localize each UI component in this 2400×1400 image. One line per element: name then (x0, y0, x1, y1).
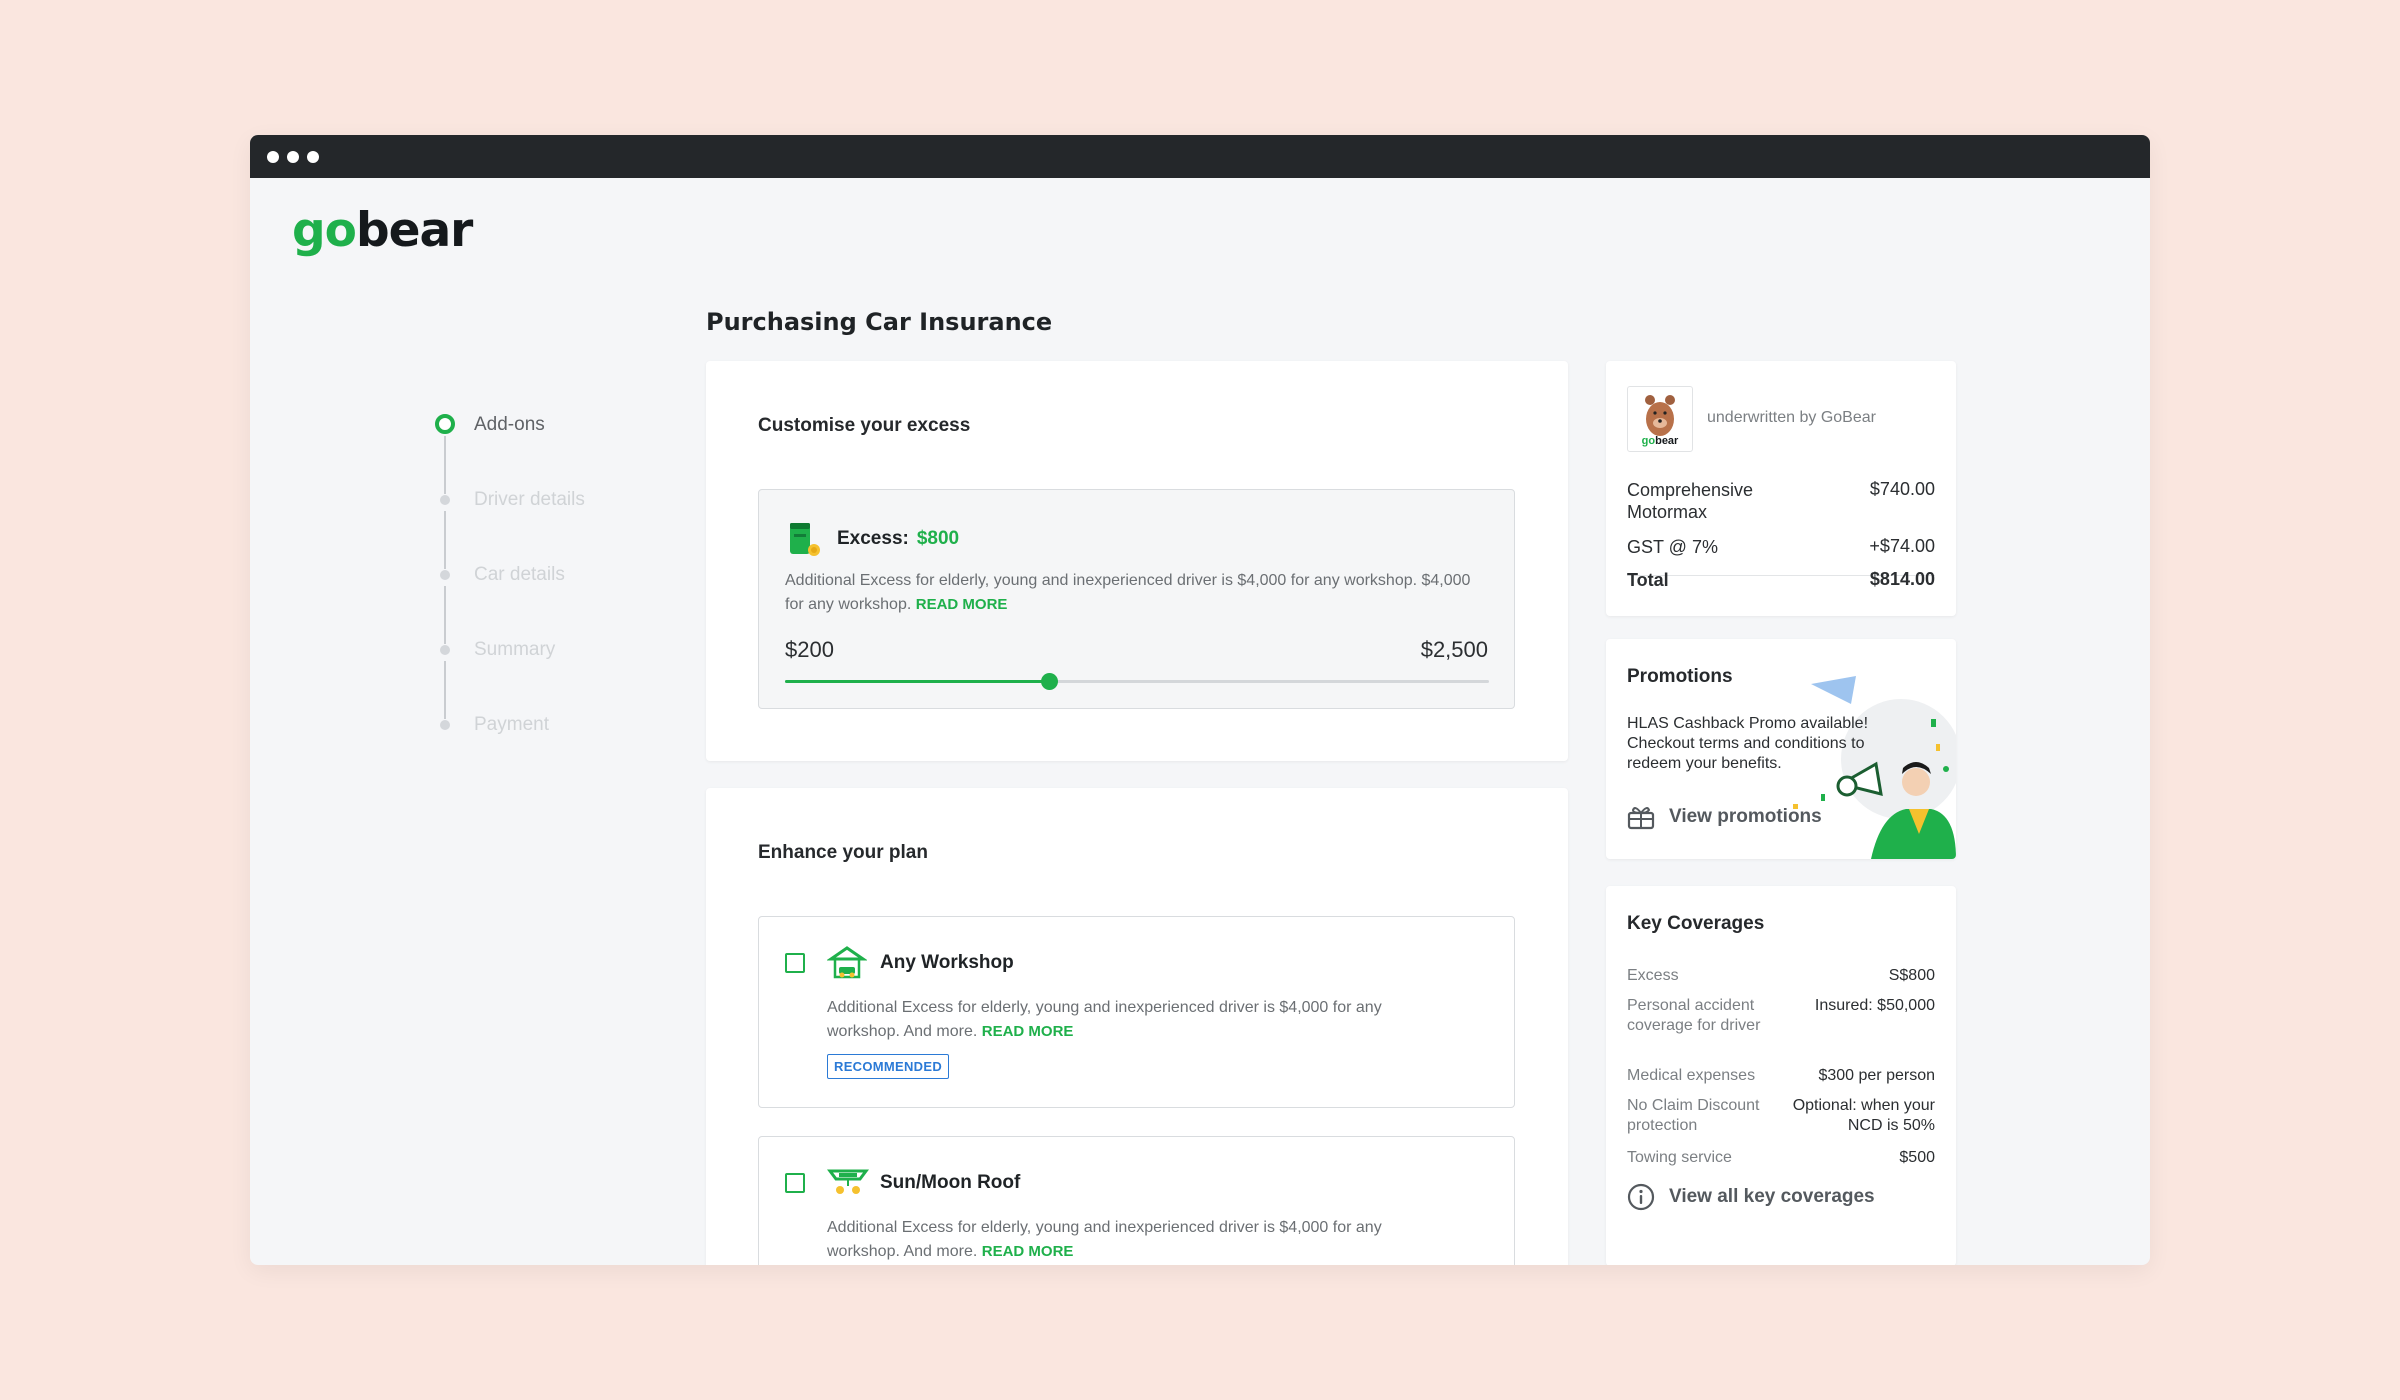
excess-description-text: Additional Excess for elderly, young and… (785, 572, 1471, 613)
excess-slider-fill (785, 680, 1049, 683)
step-driver-details: Driver details (435, 487, 585, 569)
price-summary-card: gobear underwritten by GoBear Comprehens… (1606, 361, 1956, 616)
key-coverages-card: Key Coverages Excess S$800 Personal acci… (1606, 886, 1956, 1265)
addon-read-more-link[interactable]: READ MORE (982, 1023, 1074, 1040)
summary-row-value: +$74.00 (1869, 536, 1935, 556)
step-label: Summary (474, 639, 556, 660)
addon-checkbox[interactable] (785, 1173, 805, 1193)
coverage-row: No Claim Discount protection Optional: w… (1627, 1096, 1935, 1136)
excess-slider[interactable] (785, 673, 1489, 690)
coverage-row: Towing service $500 (1627, 1148, 1935, 1168)
excess-read-more-link[interactable]: READ MORE (916, 596, 1008, 613)
coverage-value: $500 (1899, 1149, 1935, 1166)
excess-max-label: $2,500 (1420, 637, 1488, 662)
gobear-logo[interactable]: gobear (292, 203, 473, 258)
summary-row: GST @ 7% +$74.00 (1627, 536, 1935, 558)
step-car-details: Car details (435, 562, 585, 644)
addon-any-workshop: Any Workshop Additional Excess for elder… (758, 916, 1515, 1108)
coverages-title: Key Coverages (1627, 913, 1765, 934)
coverage-row: Medical expenses $300 per person (1627, 1066, 1935, 1086)
coverage-label: Medical expenses (1627, 1067, 1756, 1084)
view-all-coverages-link[interactable]: View all key coverages (1627, 1183, 1875, 1211)
coverage-value: $300 per person (1818, 1067, 1935, 1084)
coverage-value: S$800 (1888, 967, 1935, 984)
view-all-coverages-text: View all key coverages (1669, 1186, 1875, 1207)
excess-label: Excess: (837, 528, 909, 549)
excess-box: Excess: $800 Additional Excess for elder… (758, 489, 1515, 709)
window-dot (267, 150, 279, 163)
step-label: Add-ons (474, 414, 545, 435)
total-label: Total (1627, 570, 1669, 590)
logo-part-bear: bear (355, 203, 473, 258)
browser-window: gobear Add-ons Driver details Car detail… (250, 135, 2150, 1265)
coverage-label: No Claim Discount protection (1627, 1097, 1760, 1134)
excess-card: Customise your excess Excess: $800 Addit… (706, 361, 1568, 761)
summary-row-value: $740.00 (1869, 479, 1935, 499)
summary-row-label: Comprehensive Motormax (1627, 480, 1754, 522)
gift-icon (1627, 807, 1655, 830)
addon-name: Sun/Moon Roof (880, 1172, 1021, 1193)
excess-min-label: $200 (785, 637, 834, 662)
active-step-icon (435, 414, 455, 434)
coverage-label: Excess (1627, 967, 1679, 984)
summary-row-label: GST @ 7% (1627, 537, 1718, 557)
step-dot-icon (440, 720, 450, 730)
page-title: Purchasing Car Insurance (706, 308, 1053, 336)
info-icon (1627, 1183, 1655, 1211)
view-promotions-link[interactable]: View promotions (1627, 804, 1822, 830)
excess-card-title: Customise your excess (758, 415, 971, 436)
promotions-title: Promotions (1627, 666, 1733, 687)
addon-checkbox[interactable] (785, 953, 805, 973)
promotions-text: HLAS Cashback Promo available! Checkout … (1627, 715, 1869, 772)
step-summary: Summary (435, 637, 585, 719)
step-label: Payment (474, 714, 549, 735)
workshop-icon (827, 946, 867, 979)
enhance-plan-card-body: Enhance your plan Any Workshop Additiona… (706, 788, 1568, 1265)
addon-name: Any Workshop (880, 952, 1014, 973)
coverage-label: Personal accident coverage for driver (1627, 997, 1761, 1034)
sunroof-icon (827, 1169, 869, 1194)
progress-stepper: Add-ons Driver details Car details Summa… (435, 412, 585, 787)
step-connector (444, 586, 446, 644)
addon-description-text: Additional Excess for elderly, young and… (827, 999, 1382, 1040)
addon-description-text: Additional Excess for elderly, young and… (827, 1219, 1382, 1260)
step-dot-icon (440, 570, 450, 580)
step-dot-icon (440, 645, 450, 655)
addon-description: Additional Excess for elderly, young and… (827, 1216, 1447, 1264)
logo-part-go: go (292, 203, 357, 258)
step-add-ons[interactable]: Add-ons (435, 412, 585, 494)
window-dot (307, 150, 319, 163)
coverage-label: Towing service (1627, 1149, 1732, 1166)
step-connector (444, 661, 446, 719)
addon-description: Additional Excess for elderly, young and… (827, 996, 1447, 1044)
coverage-row: Personal accident coverage for driver In… (1627, 996, 1935, 1036)
insurer-logo: gobear (1627, 386, 1693, 452)
step-label: Driver details (474, 489, 585, 510)
addon-sun-moon-roof: Sun/Moon Roof Additional Excess for elde… (758, 1136, 1515, 1265)
underwritten-text: underwritten by GoBear (1707, 409, 1876, 426)
step-connector (444, 436, 446, 494)
coverage-value: Optional: when your NCD is 50% (1792, 1097, 1935, 1134)
promotions-card: Promotions HLAS Cashback Promo available… (1606, 639, 1956, 859)
step-dot-icon (440, 495, 450, 505)
window-dot (287, 150, 299, 163)
coverage-value: Insured: $50,000 (1814, 997, 1935, 1014)
view-promotions-text: View promotions (1669, 806, 1822, 827)
money-jar-icon (790, 523, 820, 556)
coverage-row: Excess S$800 (1627, 966, 1935, 986)
recommended-badge: RECOMMENDED (827, 1054, 950, 1079)
window-titlebar (250, 135, 2150, 178)
excess-slider-thumb[interactable] (1041, 673, 1058, 690)
excess-value: $800 (916, 528, 960, 549)
step-payment: Payment (435, 712, 585, 787)
step-label: Car details (474, 564, 565, 585)
addon-read-more-link[interactable]: READ MORE (982, 1243, 1074, 1260)
enhance-title: Enhance your plan (758, 842, 928, 863)
insurer-logo-text: gobear (1641, 435, 1679, 447)
excess-description: Additional Excess for elderly, young and… (785, 569, 1485, 617)
step-connector (444, 511, 446, 569)
total-value: $814.00 (1869, 569, 1935, 589)
summary-row: Comprehensive Motormax $740.00 (1627, 479, 1935, 523)
summary-total-row: Total $814.00 (1627, 569, 1935, 591)
